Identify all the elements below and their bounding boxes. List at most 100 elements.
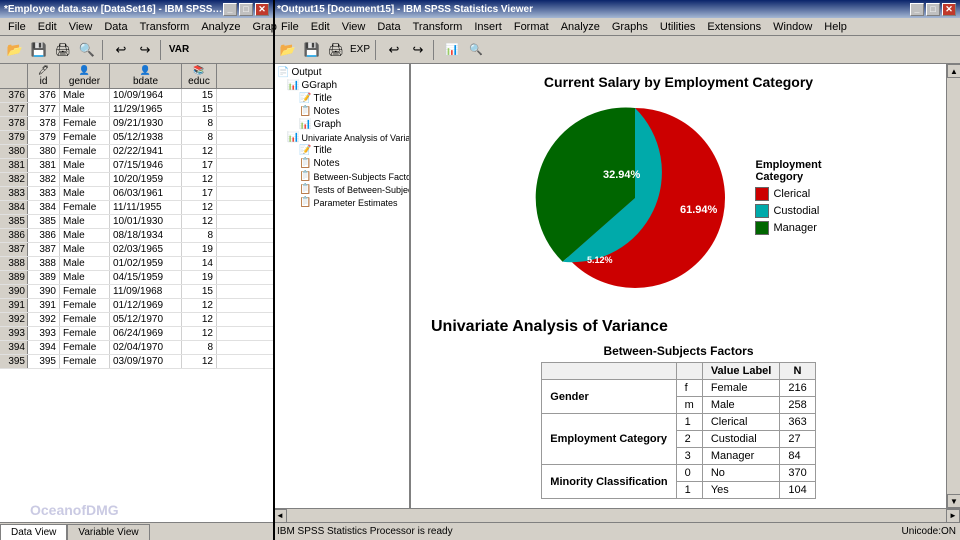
tree-ggraph-graph[interactable]: 📊 Graph bbox=[275, 118, 407, 131]
cell-id: 383 bbox=[28, 187, 60, 200]
var-btn[interactable]: VAR bbox=[168, 39, 190, 61]
menu-view-right[interactable]: View bbox=[336, 20, 372, 34]
minimize-btn-right[interactable]: _ bbox=[910, 3, 924, 16]
row-num: 379 bbox=[0, 131, 28, 144]
cell-id: 379 bbox=[28, 131, 60, 144]
cell-educ: 15 bbox=[182, 285, 217, 298]
tree-ggraph-notes[interactable]: 📋 Notes bbox=[275, 105, 407, 118]
factor-minority: Minority Classification bbox=[542, 465, 676, 499]
menu-file-left[interactable]: File bbox=[2, 20, 32, 34]
table-row: 386 386 Male 08/18/1934 8 bbox=[0, 229, 273, 243]
header-bdate[interactable]: 👤 bdate bbox=[110, 64, 182, 88]
close-btn-left[interactable]: ✕ bbox=[255, 3, 269, 16]
scroll-down-btn[interactable]: ▼ bbox=[947, 494, 960, 508]
table-row: 385 385 Male 10/01/1930 12 bbox=[0, 215, 273, 229]
menu-utilities-right[interactable]: Utilities bbox=[654, 20, 701, 34]
code-1b: 1 bbox=[676, 482, 702, 499]
zoom-btn-r[interactable]: 🔍 bbox=[465, 39, 487, 61]
scroll-up-btn[interactable]: ▲ bbox=[947, 64, 960, 78]
tree-ggraph-title[interactable]: 📝 Title bbox=[275, 92, 407, 105]
tree-univ-notes[interactable]: 📋 Notes bbox=[275, 157, 407, 170]
chart-btn-r[interactable]: 📊 bbox=[441, 39, 463, 61]
tree-univariate[interactable]: 📊 Univariate Analysis of Variance bbox=[275, 131, 407, 144]
cell-educ: 15 bbox=[182, 89, 217, 102]
menu-edit-right[interactable]: Edit bbox=[305, 20, 336, 34]
maximize-btn-left[interactable]: □ bbox=[239, 3, 253, 16]
table-row: 395 395 Female 03/09/1970 12 bbox=[0, 355, 273, 369]
menu-transform-left[interactable]: Transform bbox=[134, 20, 196, 34]
cell-gender: Male bbox=[60, 103, 110, 116]
menu-help-right[interactable]: Help bbox=[818, 20, 853, 34]
cell-educ: 15 bbox=[182, 103, 217, 116]
minimize-btn-left[interactable]: _ bbox=[223, 3, 237, 16]
menu-graphs-left[interactable]: Grap bbox=[246, 20, 282, 34]
cell-educ: 12 bbox=[182, 201, 217, 214]
cell-gender: Male bbox=[60, 89, 110, 102]
export-btn-r[interactable]: EXP bbox=[349, 39, 371, 61]
menu-extensions-right[interactable]: Extensions bbox=[701, 20, 767, 34]
label-manager: Manager bbox=[702, 448, 780, 465]
header-id[interactable]: 🖊 id bbox=[28, 64, 60, 88]
find-btn[interactable]: 🔍 bbox=[76, 39, 98, 61]
menu-analyze-right[interactable]: Analyze bbox=[555, 20, 606, 34]
menu-data-left[interactable]: Data bbox=[98, 20, 133, 34]
menu-view-left[interactable]: View bbox=[63, 20, 99, 34]
cell-id: 384 bbox=[28, 201, 60, 214]
cell-id: 386 bbox=[28, 229, 60, 242]
tree-between-subjects[interactable]: 📋 Between-Subjects Factors bbox=[275, 170, 407, 183]
menu-window-right[interactable]: Window bbox=[767, 20, 818, 34]
tree-param[interactable]: 📋 Parameter Estimates bbox=[275, 196, 407, 209]
header-educ[interactable]: 📚 educ bbox=[182, 64, 217, 88]
viewer-scrollbar-v[interactable]: ▲ ▼ bbox=[946, 64, 960, 508]
n-female: 216 bbox=[780, 380, 815, 397]
menu-graphs-right[interactable]: Graphs bbox=[606, 20, 654, 34]
print-btn[interactable]: 🖨 bbox=[52, 39, 74, 61]
tree-tests[interactable]: 📋 Tests of Between-Subjects bbox=[275, 183, 407, 196]
tab-data-view[interactable]: Data View bbox=[0, 524, 67, 540]
right-toolbar: 📂 💾 🖨 EXP ↩ ↪ 📊 🔍 bbox=[273, 36, 960, 64]
redo-btn-r[interactable]: ↪ bbox=[407, 39, 429, 61]
undo-btn-r[interactable]: ↩ bbox=[383, 39, 405, 61]
row-num: 382 bbox=[0, 173, 28, 186]
tree-ggraph[interactable]: 📊 GGraph bbox=[275, 79, 407, 92]
redo-btn[interactable]: ↪ bbox=[134, 39, 156, 61]
scroll-left-btn[interactable]: ◄ bbox=[273, 509, 287, 523]
header-gender[interactable]: 👤 gender bbox=[60, 64, 110, 88]
undo-btn[interactable]: ↩ bbox=[110, 39, 132, 61]
label-no: No bbox=[702, 465, 780, 482]
status-right: Unicode:ON bbox=[902, 526, 956, 537]
menu-transform-right[interactable]: Transform bbox=[407, 20, 469, 34]
cell-educ: 12 bbox=[182, 299, 217, 312]
cell-gender: Male bbox=[60, 173, 110, 186]
menu-format-right[interactable]: Format bbox=[508, 20, 555, 34]
print-btn-r[interactable]: 🖨 bbox=[325, 39, 347, 61]
menu-analyze-left[interactable]: Analyze bbox=[195, 20, 246, 34]
viewer-scrollbar-h[interactable]: ◄ ► bbox=[273, 508, 960, 522]
tree-output-root[interactable]: 📄 Output bbox=[275, 66, 407, 79]
maximize-btn-right[interactable]: □ bbox=[926, 3, 940, 16]
row-num: 378 bbox=[0, 117, 28, 130]
save-btn[interactable]: 💾 bbox=[28, 39, 50, 61]
table-row: 377 377 Male 11/29/1965 15 bbox=[0, 103, 273, 117]
open-btn[interactable]: 📂 bbox=[4, 39, 26, 61]
tab-variable-view[interactable]: Variable View bbox=[67, 524, 149, 540]
cell-id: 382 bbox=[28, 173, 60, 186]
tree-univ-title[interactable]: 📝 Title bbox=[275, 144, 407, 157]
table-row: 381 381 Male 07/15/1946 17 bbox=[0, 159, 273, 173]
menu-data-right[interactable]: Data bbox=[371, 20, 406, 34]
left-toolbar: 📂 💾 🖨 🔍 ↩ ↪ VAR bbox=[0, 36, 273, 64]
scroll-right-btn[interactable]: ► bbox=[946, 509, 960, 523]
cell-gender: Male bbox=[60, 271, 110, 284]
row-num: 389 bbox=[0, 271, 28, 284]
cell-bdate: 04/15/1959 bbox=[110, 271, 182, 284]
scroll-track-v[interactable] bbox=[947, 78, 960, 494]
save-btn-r[interactable]: 💾 bbox=[301, 39, 323, 61]
close-btn-right[interactable]: ✕ bbox=[942, 3, 956, 16]
menu-edit-left[interactable]: Edit bbox=[32, 20, 63, 34]
row-num: 381 bbox=[0, 159, 28, 172]
open-btn-r[interactable]: 📂 bbox=[277, 39, 299, 61]
tab-bar: Data View Variable View bbox=[0, 522, 273, 540]
menu-insert-right[interactable]: Insert bbox=[468, 20, 508, 34]
n-no: 370 bbox=[780, 465, 815, 482]
row-num: 395 bbox=[0, 355, 28, 368]
